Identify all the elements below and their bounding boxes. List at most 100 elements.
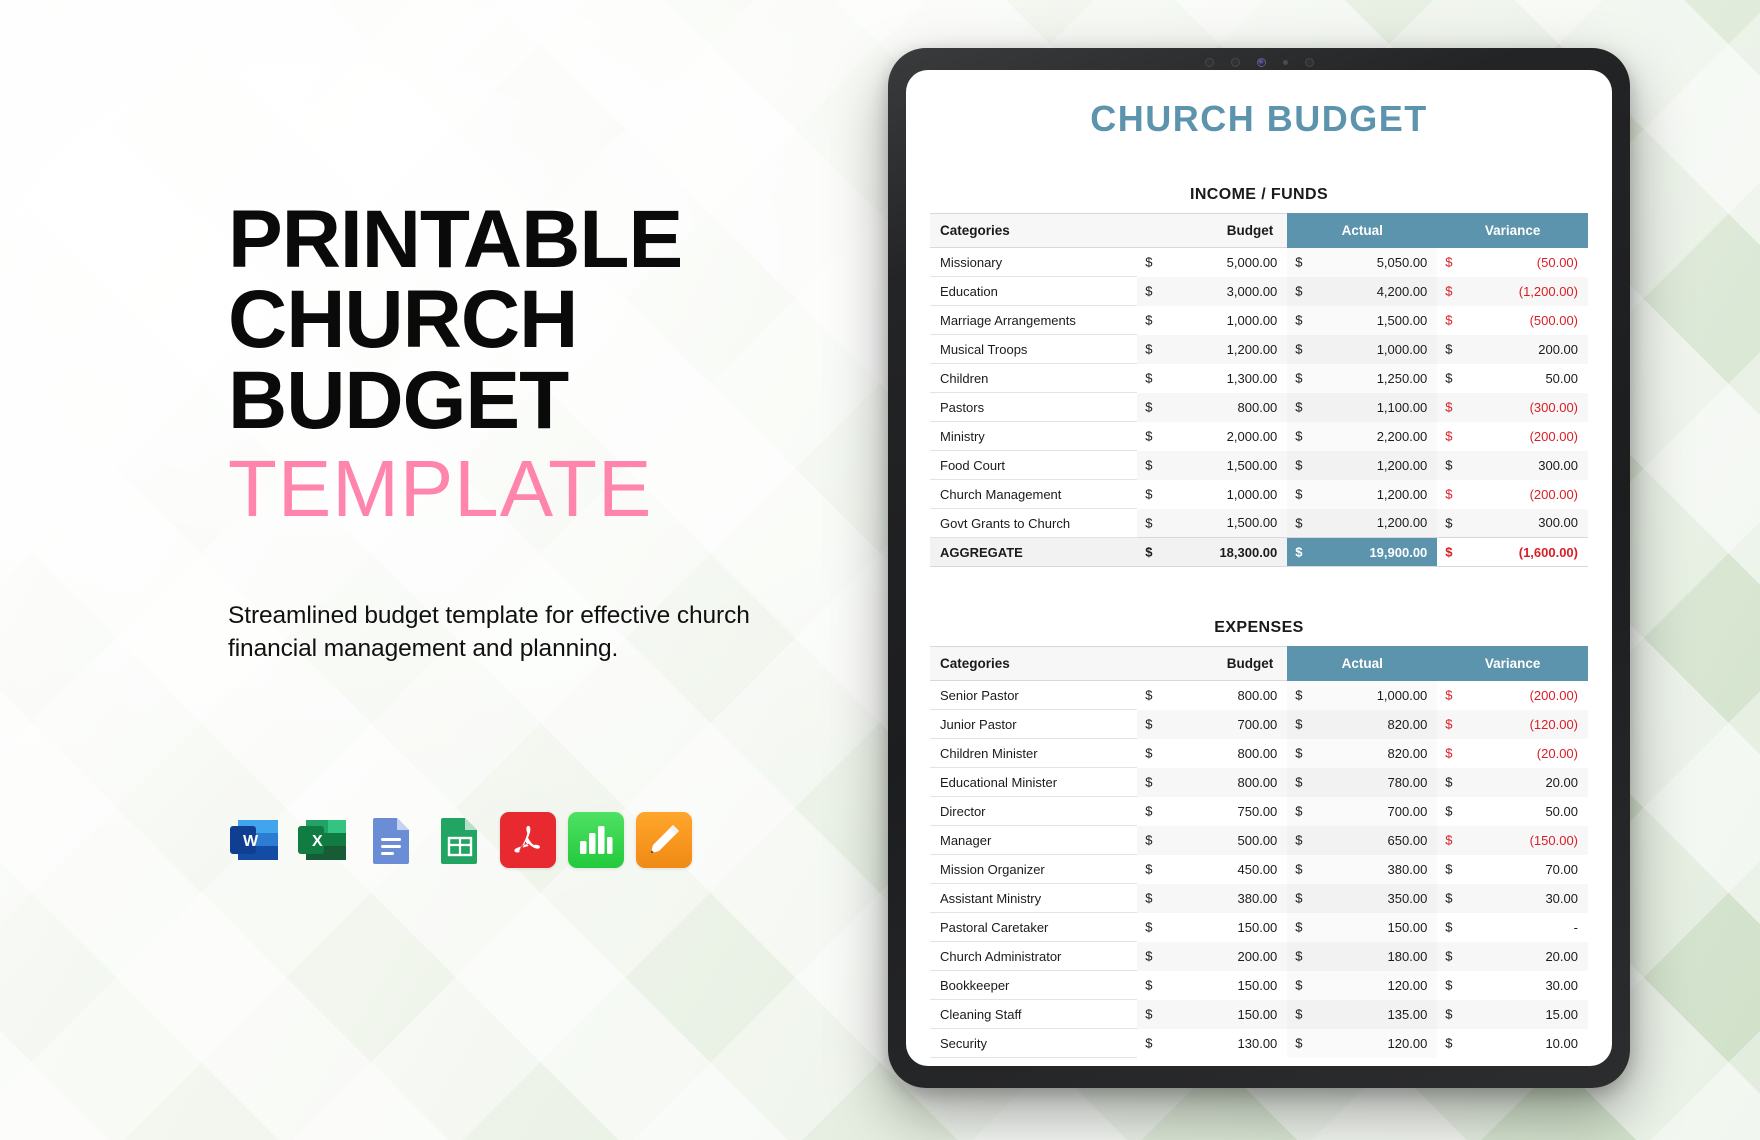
cell-act: $1,200.00 [1287, 479, 1438, 509]
ambient-light-sensor-icon [1282, 59, 1288, 65]
cell-category: Food Court [930, 450, 1138, 480]
cell-bud: $3,000.00 [1137, 276, 1288, 306]
table-row: Govt Grants to Church $1,500.00 $1,200.00 $… [930, 508, 1588, 538]
cell-category: Director [930, 796, 1138, 826]
currency-symbol: $ [1145, 774, 1153, 790]
currency-symbol: $ [1145, 370, 1153, 386]
column-header-actual: Actual [1287, 213, 1438, 248]
cell-category: Cleaning Staff [930, 999, 1138, 1029]
column-header-categories: Categories [930, 213, 1138, 248]
currency-symbol: $ [1295, 1006, 1303, 1022]
currency-symbol: $ [1145, 687, 1153, 703]
sensor-dot-icon [1230, 57, 1240, 67]
currency-symbol: $ [1145, 861, 1153, 877]
tablet-sensor-bar [1164, 56, 1354, 68]
currency-symbol: $ [1445, 890, 1453, 906]
cell-act: $780.00 [1287, 767, 1438, 797]
currency-symbol: $ [1445, 774, 1453, 790]
currency-symbol: $ [1295, 399, 1303, 415]
column-header-budget: Budget [1137, 213, 1288, 248]
currency-symbol: $ [1445, 254, 1453, 270]
cell-var: $ (1,600.00) [1437, 537, 1588, 567]
cell-var: $ (500.00) [1437, 305, 1588, 335]
column-header-variance: Variance [1437, 213, 1588, 248]
cell-category: Pastoral Caretaker [930, 912, 1138, 942]
headline-line-3: BUDGET [228, 354, 569, 446]
cell-act: $150.00 [1287, 912, 1438, 942]
currency-symbol: $ [1445, 457, 1453, 473]
google-sheets-icon[interactable] [432, 812, 488, 868]
cell-category: Children Minister [930, 738, 1138, 768]
apple-pages-icon[interactable] [636, 812, 692, 868]
table-row: Manager $500.00 $650.00 $ (150.00) [930, 825, 1588, 855]
table-row: Cleaning Staff $150.00 $135.00 $15.00 [930, 999, 1588, 1029]
cell-var: $200.00 [1437, 334, 1588, 364]
cell-act: $1,000.00 [1287, 334, 1438, 364]
currency-symbol: $ [1445, 486, 1453, 502]
cell-category: Pastors [930, 392, 1138, 422]
table-row: Junior Pastor $700.00 $820.00 $ (120.00) [930, 709, 1588, 739]
currency-symbol: $ [1445, 515, 1453, 531]
cell-act: $180.00 [1287, 941, 1438, 971]
cell-act: $4,200.00 [1287, 276, 1438, 306]
apple-numbers-icon[interactable] [568, 812, 624, 868]
currency-symbol: $ [1145, 919, 1153, 935]
currency-symbol: $ [1145, 515, 1153, 531]
currency-symbol: $ [1445, 832, 1453, 848]
cell-bud: $500.00 [1137, 825, 1288, 855]
currency-symbol: $ [1295, 254, 1303, 270]
cell-category: Mission Organizer [930, 854, 1138, 884]
currency-symbol: $ [1295, 919, 1303, 935]
currency-symbol: $ [1145, 948, 1153, 964]
front-camera-icon [1256, 57, 1266, 67]
table-row: Church Management $1,000.00 $1,200.00 $ (200… [930, 479, 1588, 509]
cell-bud: $150.00 [1145, 919, 1278, 935]
table-row: Musical Troops $1,200.00 $1,000.00 $200.00 [930, 334, 1588, 364]
currency-symbol: $ [1445, 803, 1453, 819]
column-header-budget: Budget [1137, 646, 1288, 681]
currency-symbol: $ [1145, 1006, 1153, 1022]
table-row: Marriage Arrangements $1,000.00 $1,500.00 $… [930, 305, 1588, 335]
cell-act: $1,000.00 [1287, 680, 1438, 710]
currency-symbol: $ [1445, 428, 1453, 444]
currency-symbol: $ [1145, 254, 1153, 270]
table-row: Food Court $1,500.00 $1,200.00 $300.00 [930, 450, 1588, 480]
google-docs-icon[interactable] [364, 812, 420, 868]
cell-act: $120.00 [1287, 1028, 1438, 1058]
microsoft-excel-icon[interactable]: X [296, 812, 352, 868]
cell-bud: $1,200.00 [1137, 334, 1288, 364]
cell-act: $1,250.00 [1287, 363, 1438, 393]
cell-bud: $150.00 [1145, 977, 1278, 993]
tablet-screen: CHURCH BUDGET INCOME / FUNDS Categories … [906, 70, 1612, 1066]
currency-symbol: $ [1445, 341, 1453, 357]
currency-symbol: $ [1145, 977, 1153, 993]
currency-symbol: $ [1295, 1035, 1303, 1051]
cell-var: $300.00 [1437, 508, 1588, 538]
cell-bud: $1,500.00 [1137, 508, 1288, 538]
cell-category: Education [930, 276, 1138, 306]
cell-category: Assistant Ministry [930, 883, 1138, 913]
cell-category: Marriage Arrangements [930, 305, 1138, 335]
svg-text:X: X [312, 833, 323, 850]
cell-act: $19,900.00 [1287, 537, 1438, 567]
sensor-dot-icon [1204, 57, 1214, 67]
cell-act: $1,200.00 [1287, 450, 1438, 480]
cell-bud: $700.00 [1137, 709, 1288, 739]
adobe-pdf-icon[interactable] [500, 812, 556, 868]
headline-accent: TEMPLATE [228, 444, 653, 534]
headline-line-1: PRINTABLE [228, 194, 683, 285]
currency-symbol: $ [1295, 861, 1303, 877]
microsoft-word-icon[interactable]: W [228, 812, 284, 868]
table-row: Director $750.00 $700.00 $50.00 [930, 796, 1588, 826]
cell-act: $120.00 [1287, 970, 1438, 1000]
sensor-dot-icon [1304, 57, 1314, 67]
cell-act: $1,200.00 [1287, 508, 1438, 538]
cell-bud: $18,300.00 [1137, 537, 1288, 567]
cell-act: $380.00 [1287, 854, 1438, 884]
cell-bud: $800.00 [1137, 767, 1288, 797]
table-header-row: Categories Budget Actual Variance [930, 646, 1588, 681]
currency-symbol: $ [1295, 457, 1303, 473]
cell-bud: $380.00 [1137, 883, 1288, 913]
currency-symbol: $ [1295, 486, 1303, 502]
cell-act: $350.00 [1287, 883, 1438, 913]
